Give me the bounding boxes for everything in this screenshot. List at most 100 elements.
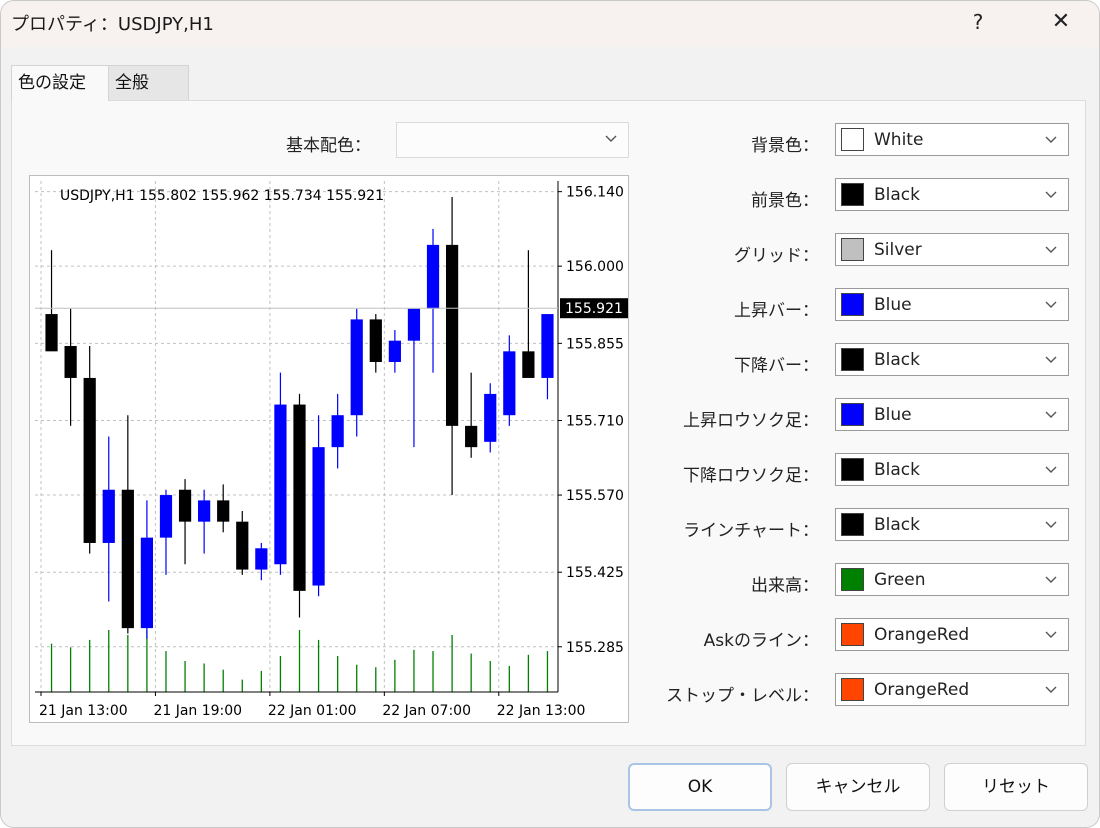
- color-swatch: [841, 348, 864, 371]
- chevron-down-icon: [1045, 631, 1057, 638]
- color-select-10[interactable]: OrangeRed: [835, 673, 1069, 706]
- price-label: 155.855: [566, 336, 624, 352]
- candle-body: [121, 489, 134, 629]
- color-label-9: Askのライン：: [703, 631, 819, 651]
- color-name: Black: [874, 460, 920, 480]
- title-bar: プロパティ：USDJPY,H1 ? ✕: [1, 1, 1099, 47]
- candle-body: [198, 500, 211, 522]
- color-label-8: 出来高：: [751, 576, 819, 596]
- color-scheme-label: 基本配色：: [286, 136, 371, 156]
- color-name: Silver: [874, 240, 922, 260]
- tab-colors[interactable]: 色の設定: [11, 65, 109, 101]
- color-name: Blue: [874, 405, 912, 425]
- chart-header: USDJPY,H1 155.802 155.962 155.734 155.92…: [60, 188, 384, 204]
- color-label-5: 上昇ロウソク足：: [683, 411, 819, 431]
- properties-dialog: プロパティ：USDJPY,H1 ? ✕ 色の設定 全般 基本配色： USDJPY…: [0, 0, 1100, 828]
- time-label: 22 Jan 07:00: [382, 703, 471, 719]
- color-label-4: 下降バー：: [734, 356, 819, 376]
- close-button[interactable]: ✕: [1039, 5, 1083, 41]
- candle-body: [407, 308, 421, 341]
- reset-button[interactable]: リセット: [944, 763, 1088, 811]
- color-name: Black: [874, 350, 920, 370]
- color-select-0[interactable]: White: [835, 123, 1069, 156]
- candle-body: [503, 351, 516, 416]
- candle-body: [159, 495, 173, 538]
- chevron-down-icon: [1045, 301, 1057, 308]
- chevron-down-icon: [1045, 466, 1057, 473]
- color-swatch: [841, 128, 864, 151]
- color-name: Black: [874, 515, 920, 535]
- tab-general[interactable]: 全般: [109, 65, 189, 101]
- color-select-2[interactable]: Silver: [835, 233, 1069, 266]
- color-select-9[interactable]: OrangeRed: [835, 618, 1069, 651]
- candle-body: [45, 314, 58, 352]
- chart-svg: USDJPY,H1 155.802 155.962 155.734 155.92…: [35, 181, 628, 719]
- color-swatch: [841, 403, 864, 426]
- color-scheme-select[interactable]: [396, 122, 629, 158]
- candle-body: [445, 244, 459, 426]
- candle-body: [255, 548, 268, 570]
- cancel-button[interactable]: キャンセル: [786, 763, 930, 811]
- color-swatch: [841, 293, 864, 316]
- color-swatch: [841, 183, 864, 206]
- time-axis: 21 Jan 13:00 21 Jan 19:00 22 Jan 01:00 22 J…: [39, 692, 585, 719]
- candle-body: [369, 319, 382, 362]
- candle-body: [484, 393, 497, 442]
- color-label-7: ラインチャート：: [683, 521, 819, 541]
- ok-button[interactable]: OK: [628, 763, 772, 811]
- color-select-6[interactable]: Black: [835, 453, 1069, 486]
- candle-body: [217, 500, 230, 522]
- color-name: OrangeRed: [874, 680, 970, 700]
- color-select-7[interactable]: Black: [835, 508, 1069, 541]
- candle-body: [426, 244, 440, 309]
- color-swatch: [841, 568, 864, 591]
- chevron-down-icon: [1045, 411, 1057, 418]
- candle-body: [178, 489, 192, 522]
- volume-bars: [50, 630, 549, 692]
- chevron-down-icon: [1045, 576, 1057, 583]
- color-label-0: 背景色：: [751, 136, 819, 156]
- color-select-4[interactable]: Black: [835, 343, 1069, 376]
- color-select-3[interactable]: Blue: [835, 288, 1069, 321]
- color-label-3: 上昇バー：: [734, 301, 819, 321]
- candle-body: [83, 377, 96, 543]
- color-label-1: 前景色：: [751, 191, 819, 211]
- candle-body: [293, 404, 306, 591]
- candle-body: [331, 415, 344, 448]
- chevron-down-icon: [1045, 191, 1057, 198]
- candle-body: [236, 521, 249, 570]
- candle-body: [64, 346, 77, 378]
- color-select-5[interactable]: Blue: [835, 398, 1069, 431]
- color-select-8[interactable]: Green: [835, 563, 1069, 596]
- candle-body: [102, 489, 115, 543]
- color-name: Black: [874, 185, 920, 205]
- chevron-down-icon: [1045, 246, 1057, 253]
- chevron-down-icon: [1045, 521, 1057, 528]
- color-name: Green: [874, 570, 926, 590]
- price-label: 155.570: [566, 488, 624, 504]
- candle-body: [465, 425, 478, 448]
- chevron-down-icon: [1045, 136, 1057, 143]
- color-swatch: [841, 623, 864, 646]
- color-label-2: グリッド：: [734, 246, 819, 266]
- color-name: OrangeRed: [874, 625, 970, 645]
- color-label-10: ストップ・レベル：: [666, 686, 819, 706]
- color-label-6: 下降ロウソク足：: [683, 466, 819, 486]
- time-label: 21 Jan 13:00: [39, 703, 128, 719]
- candle-body: [274, 404, 287, 565]
- candle-body: [541, 314, 554, 378]
- help-button[interactable]: ?: [956, 5, 1000, 41]
- dialog-title: プロパティ：USDJPY,H1: [11, 14, 214, 35]
- chart-preview: USDJPY,H1 155.802 155.962 155.734 155.92…: [29, 175, 629, 723]
- chevron-down-icon: [1045, 356, 1057, 363]
- color-swatch: [841, 238, 864, 261]
- time-label: 22 Jan 13:00: [497, 703, 586, 719]
- time-label: 22 Jan 01:00: [268, 703, 357, 719]
- chevron-down-icon: [1045, 686, 1057, 693]
- time-label: 21 Jan 19:00: [153, 703, 242, 719]
- color-select-1[interactable]: Black: [835, 178, 1069, 211]
- candle-body: [140, 537, 154, 629]
- color-name: White: [874, 130, 924, 150]
- color-swatch: [841, 678, 864, 701]
- candle-body: [312, 447, 325, 586]
